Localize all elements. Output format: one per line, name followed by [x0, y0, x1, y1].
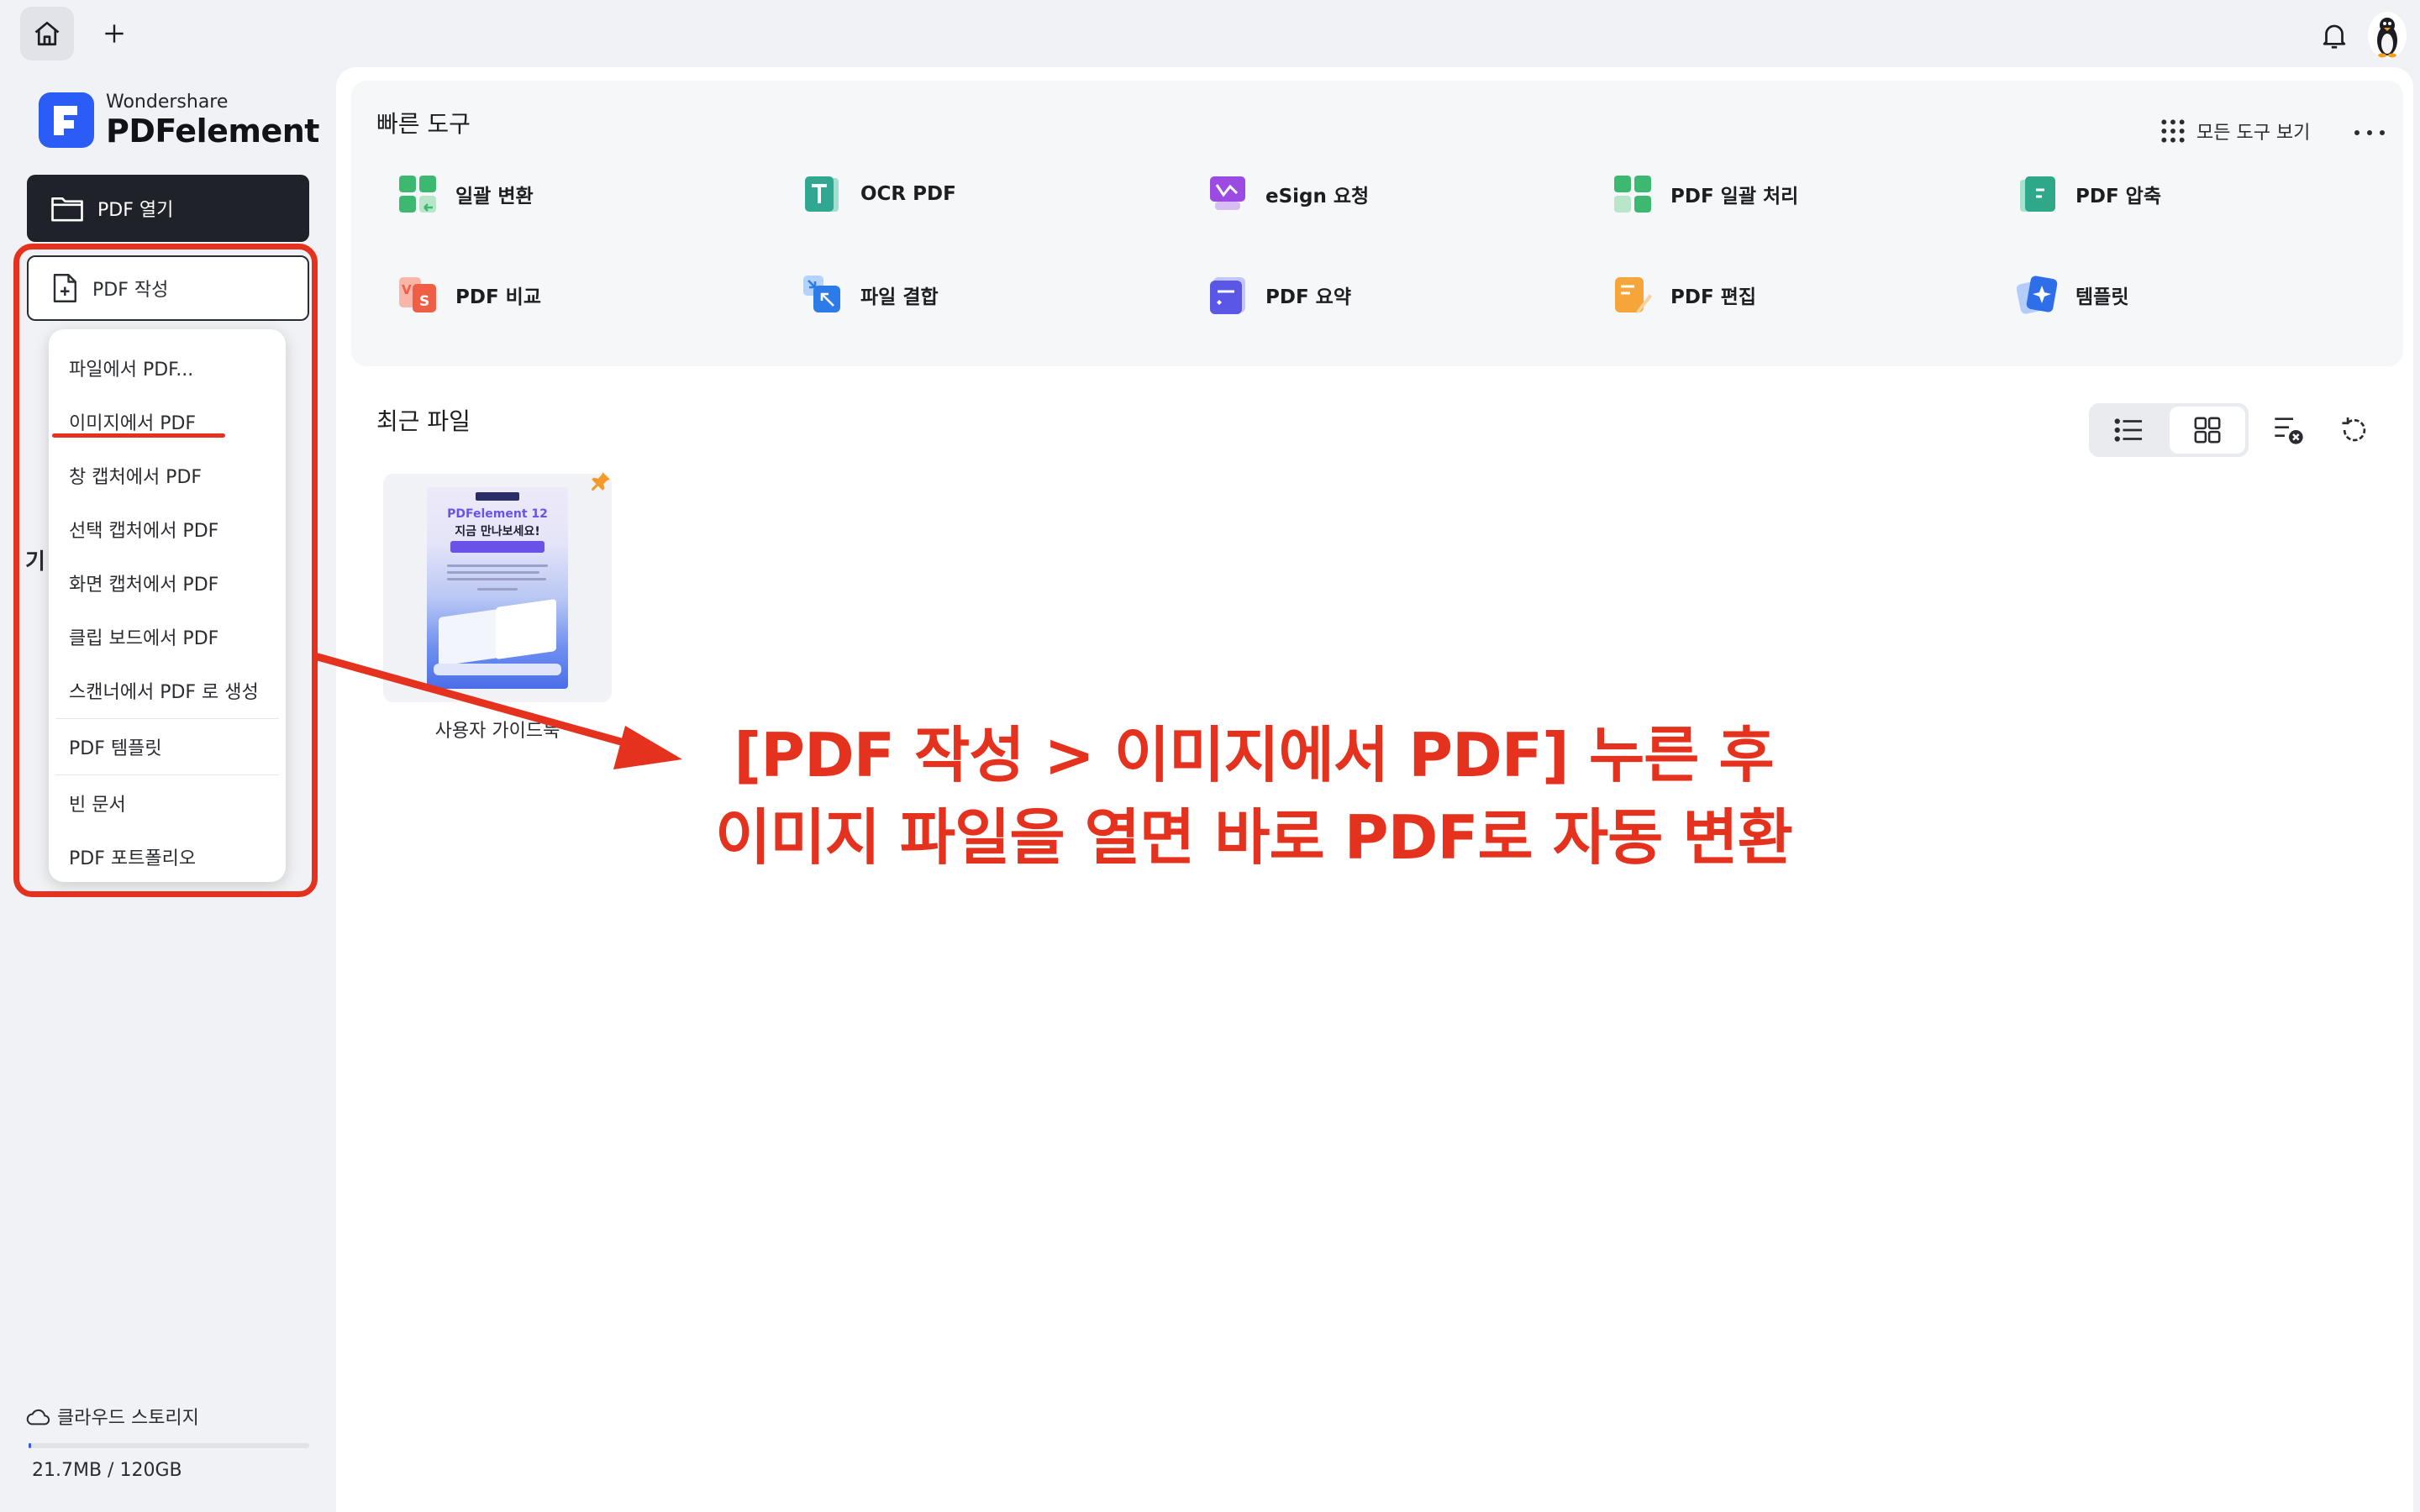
annotation-line-1: [PDF 작성 > 이미지에서 PDF] 누른 후	[734, 720, 1774, 790]
annotation-line-2: 이미지 파일을 열면 바로 PDF로 자동 변환	[715, 802, 1793, 873]
annotation-text: [PDF 작성 > 이미지에서 PDF] 누른 후 이미지 파일을 열면 바로 …	[666, 714, 1842, 879]
